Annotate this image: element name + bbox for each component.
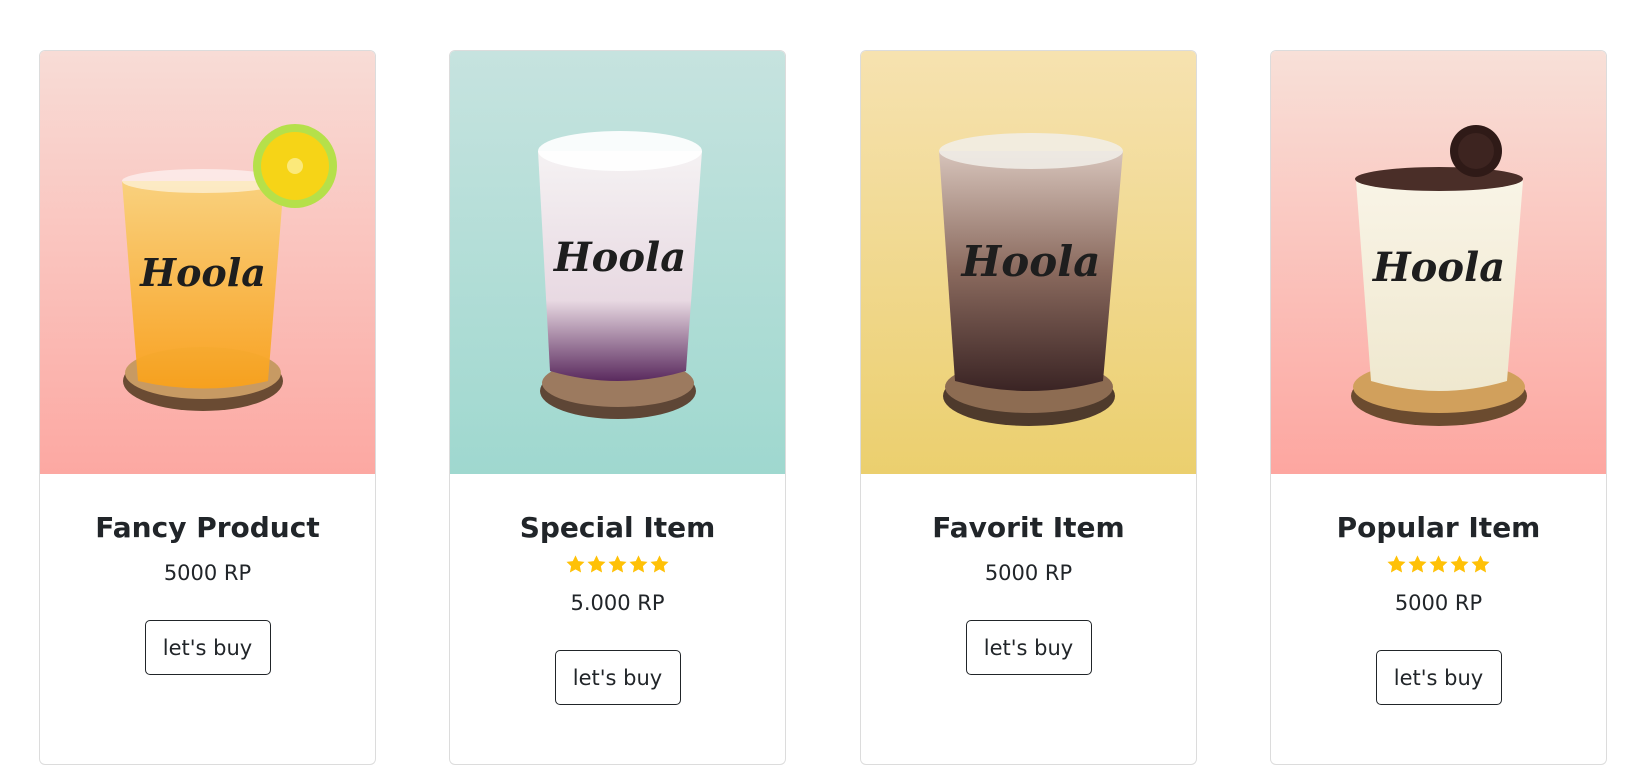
star-icon xyxy=(1387,555,1406,573)
svg-text:Hoola: Hoola xyxy=(139,250,266,295)
product-card: Hoola Special Item 5.000 RP let's buy xyxy=(449,50,786,765)
lets-buy-button[interactable]: let's buy xyxy=(1375,650,1502,705)
lets-buy-button[interactable]: let's buy xyxy=(554,650,681,705)
star-rating xyxy=(1271,554,1606,580)
product-image: Hoola xyxy=(861,51,1196,474)
product-grid: Hoola Fancy Product 5000 RP let's buy Ho… xyxy=(0,0,1633,768)
svg-text:Hoola: Hoola xyxy=(961,237,1101,286)
star-icon xyxy=(1471,555,1490,573)
svg-text:Hoola: Hoola xyxy=(553,234,686,281)
product-price: 5000 RP xyxy=(163,561,252,585)
product-card-body: Fancy Product 5000 RP let's buy xyxy=(40,474,375,675)
svg-text:Hoola: Hoola xyxy=(1372,244,1505,291)
product-image: Hoola xyxy=(40,51,375,474)
star-icon xyxy=(1450,555,1469,573)
star-icon xyxy=(566,555,585,573)
product-image: Hoola xyxy=(450,51,785,474)
product-image: Hoola xyxy=(1271,51,1606,474)
product-name: Favorit Item xyxy=(932,511,1125,544)
product-card-body: Favorit Item 5000 RP let's buy xyxy=(861,474,1196,675)
product-price: 5000 RP xyxy=(1394,591,1483,615)
product-card-body: Popular Item 5000 RP let's buy xyxy=(1271,474,1606,705)
product-card-body: Special Item 5.000 RP let's buy xyxy=(450,474,785,705)
product-price: 5000 RP xyxy=(984,561,1073,585)
star-rating xyxy=(450,554,785,580)
product-name: Fancy Product xyxy=(95,511,320,544)
lets-buy-button[interactable]: let's buy xyxy=(144,620,271,675)
star-icon xyxy=(1408,555,1427,573)
product-name: Special Item xyxy=(519,511,716,544)
star-icon xyxy=(629,555,648,573)
product-card: Hoola Popular Item 5000 RP let's buy xyxy=(1270,50,1607,765)
star-icon xyxy=(1429,555,1448,573)
star-icon xyxy=(608,555,627,573)
product-price: 5.000 RP xyxy=(570,591,665,615)
lets-buy-button[interactable]: let's buy xyxy=(965,620,1092,675)
star-icon xyxy=(650,555,669,573)
star-icon xyxy=(587,555,606,573)
product-name: Popular Item xyxy=(1336,511,1541,544)
product-card: Hoola Fancy Product 5000 RP let's buy xyxy=(39,50,376,765)
product-card: Hoola Favorit Item 5000 RP let's buy xyxy=(860,50,1197,765)
